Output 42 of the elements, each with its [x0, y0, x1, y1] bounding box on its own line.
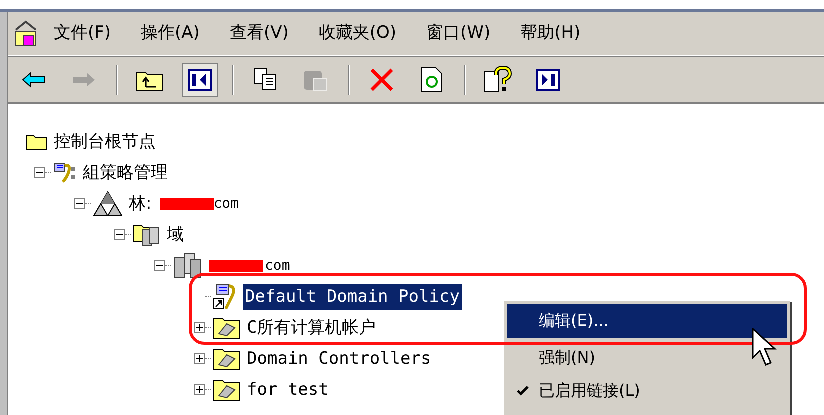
- menu-item[interactable]: 文件(F): [52, 20, 114, 46]
- refresh-page-icon: [421, 66, 443, 92]
- collapse-toggle[interactable]: [74, 198, 85, 209]
- folder-book-icon: [213, 346, 241, 370]
- folder-icon: [26, 132, 48, 150]
- policy-tree-icon: [53, 162, 77, 184]
- expand-toggle[interactable]: [194, 384, 205, 395]
- menu-item[interactable]: 查看(V): [228, 20, 291, 46]
- menu-item[interactable]: 收藏夹(O): [316, 20, 399, 46]
- tree-item[interactable]: 組策略管理: [81, 160, 170, 186]
- triangle-tree-icon: [93, 190, 123, 216]
- tree-item[interactable]: C所有计算机帐户: [245, 314, 378, 340]
- copy-icon: [254, 68, 278, 92]
- back-arrow-icon: [21, 70, 47, 90]
- tree-item[interactable]: Default Domain Policy: [243, 284, 462, 310]
- tree-item[interactable]: 域: [165, 222, 186, 248]
- tree-button[interactable]: [182, 62, 218, 96]
- tree-item[interactable]: Domain Controllers: [245, 346, 434, 372]
- tree-item[interactable]: 控制台根节点: [52, 128, 158, 154]
- collapse-toggle[interactable]: [154, 260, 165, 271]
- context-menu-item[interactable]: 强制(N): [507, 338, 787, 371]
- tree-item[interactable]: for test: [245, 376, 331, 402]
- action-pane-icon: [536, 68, 560, 90]
- check-icon: [517, 386, 529, 396]
- folder-book-icon: [213, 378, 241, 402]
- context-menu-item[interactable]: 已启用链接(L): [507, 371, 787, 404]
- help-question-icon: [484, 66, 512, 94]
- context-menu-item[interactable]: 编辑(E)...: [507, 304, 787, 338]
- expand-toggle[interactable]: [194, 322, 205, 333]
- menu-item[interactable]: 窗口(W): [424, 20, 493, 46]
- expand-toggle[interactable]: [194, 353, 205, 364]
- collapse-toggle[interactable]: [34, 167, 45, 178]
- menu-item[interactable]: 操作(A): [139, 20, 202, 46]
- collapse-toggle[interactable]: [114, 229, 125, 240]
- mouse-pointer-icon: [752, 328, 778, 368]
- tree-pane-icon: [188, 68, 212, 90]
- folder-book-icon: [213, 316, 241, 340]
- delete-x-icon: [369, 66, 395, 92]
- tree-item[interactable]: 林: com: [127, 190, 242, 216]
- servers-icon: [173, 252, 203, 280]
- tree-item[interactable]: com: [207, 252, 292, 278]
- menu-item[interactable]: 帮助(H): [518, 20, 583, 46]
